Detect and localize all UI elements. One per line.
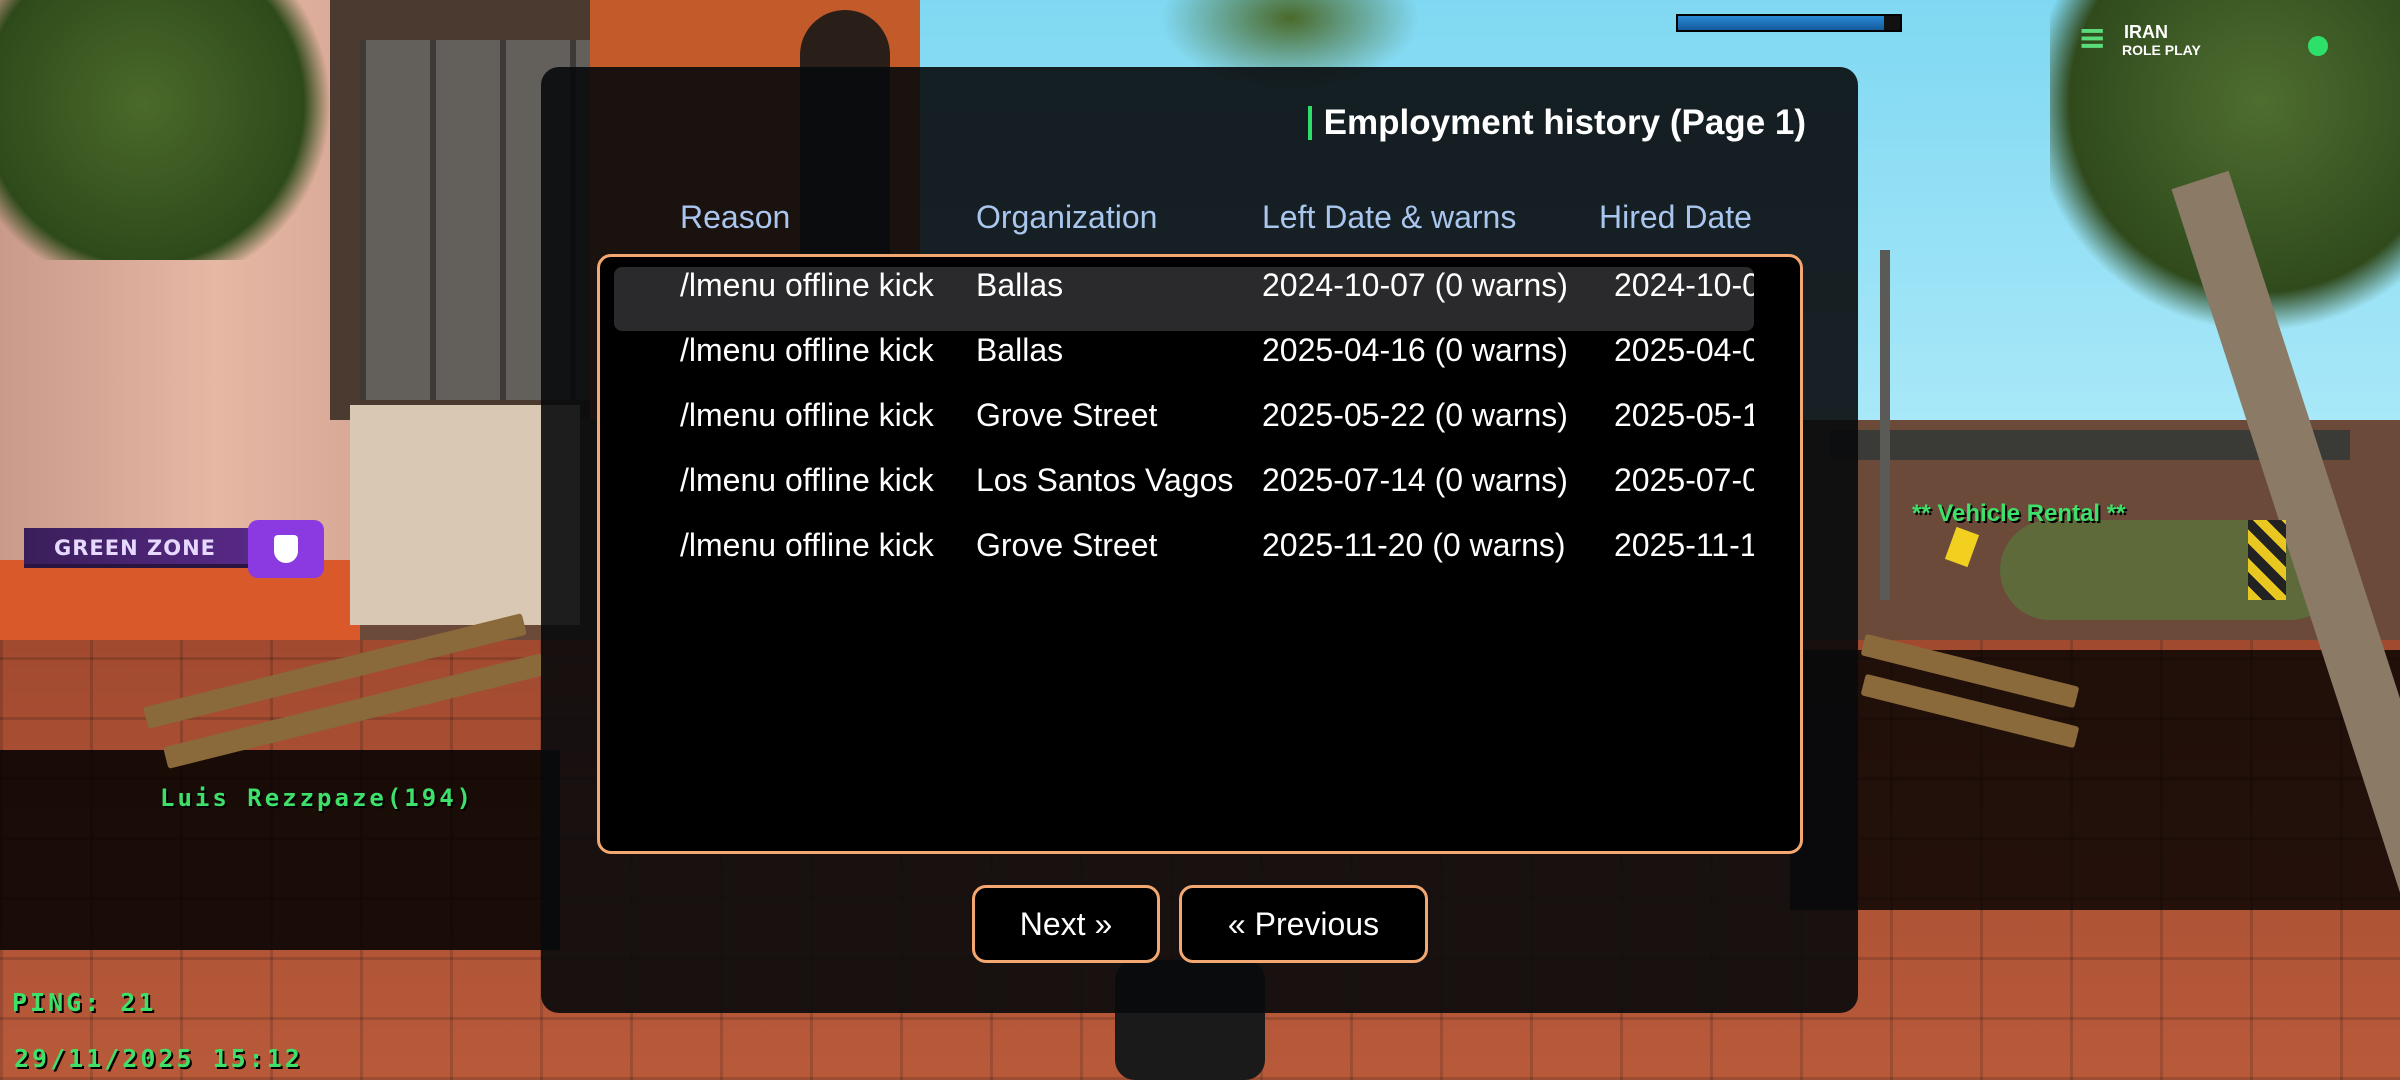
logo-subtext: ROLE PLAY: [2122, 42, 2201, 58]
dialog-title-text: Employment history (Page 1): [1323, 103, 1806, 142]
cell-hired-date: 2025-07-0: [1614, 462, 1754, 498]
cell-hired-date: 2025-05-1: [1614, 397, 1754, 433]
title-accent: [1307, 106, 1312, 140]
column-header-left-date: Left Date & warns: [1262, 199, 1517, 235]
cell-reason: /lmenu offline kick: [680, 462, 934, 498]
cell-organization: Ballas: [976, 267, 1064, 303]
rental-marker: [1944, 526, 1980, 568]
street-pole: [1880, 250, 1890, 600]
cell-left-date: 2025-05-22 (0 warns): [1262, 397, 1568, 433]
logo-mark-icon: ≡: [2078, 18, 2106, 58]
zone-label: GREEN ZONE: [24, 528, 264, 568]
previous-button[interactable]: « Previous: [1179, 885, 1428, 963]
next-button[interactable]: Next »: [972, 885, 1160, 963]
column-header-reason: Reason: [680, 199, 791, 235]
cell-left-date: 2025-04-16 (0 warns): [1262, 332, 1568, 368]
shield-icon: [248, 520, 324, 578]
green-zone-indicator: GREEN ZONE: [24, 520, 324, 578]
cell-left-date: 2025-11-20 (0 warns): [1262, 527, 1566, 563]
shadow: [0, 750, 560, 950]
column-header-hired-date: Hired Date: [1599, 199, 1752, 235]
list-item[interactable]: /lmenu offline kick Ballas 2025-04-16 (0…: [614, 332, 1754, 396]
employment-history-dialog: Employment history (Page 1) Reason Organ…: [541, 67, 1858, 1013]
tree: [0, 0, 360, 260]
player-nametag: Luis Rezzpaze(194): [160, 784, 475, 812]
hazard-post: [2248, 520, 2286, 600]
logo-text: IRAN: [2124, 22, 2168, 42]
health-bar: [1676, 14, 1902, 32]
cell-reason: /lmenu offline kick: [680, 267, 934, 303]
date-time: 29/11/2025 15:12: [14, 1044, 303, 1073]
dialog-title: Employment history (Page 1): [1307, 103, 1806, 143]
vehicle-rental-label: ** Vehicle Rental **: [1912, 500, 2126, 527]
cell-hired-date: 2025-04-0: [1614, 332, 1754, 368]
list-item[interactable]: /lmenu offline kick Los Santos Vagos 202…: [614, 462, 1754, 526]
cell-left-date: 2024-10-07 (0 warns): [1262, 267, 1568, 303]
cell-left-date: 2025-07-14 (0 warns): [1262, 462, 1568, 498]
history-list[interactable]: /lmenu offline kick Ballas 2024-10-07 (0…: [597, 254, 1803, 854]
cell-reason: /lmenu offline kick: [680, 332, 934, 368]
ping-readout: PING: 21: [12, 988, 157, 1017]
list-item[interactable]: /lmenu offline kick Ballas 2024-10-07 (0…: [614, 267, 1754, 331]
list-item[interactable]: /lmenu offline kick Grove Street 2025-11…: [614, 527, 1754, 591]
cell-organization: Grove Street: [976, 527, 1158, 563]
health-bar-fill: [1678, 16, 1885, 30]
cell-organization: Los Santos Vagos: [976, 462, 1234, 498]
cell-organization: Ballas: [976, 332, 1064, 368]
server-logo: ≡ IRAN ROLE PLAY: [2078, 14, 2228, 62]
cell-organization: Grove Street: [976, 397, 1158, 433]
cell-reason: /lmenu offline kick: [680, 397, 934, 433]
column-header-organization: Organization: [976, 199, 1158, 235]
cell-reason: /lmenu offline kick: [680, 527, 934, 563]
cell-hired-date: 2024-10-0: [1614, 267, 1754, 303]
list-item[interactable]: /lmenu offline kick Grove Street 2025-05…: [614, 397, 1754, 461]
cell-hired-date: 2025-11-1: [1614, 527, 1754, 563]
connection-status-icon: [2308, 36, 2328, 56]
